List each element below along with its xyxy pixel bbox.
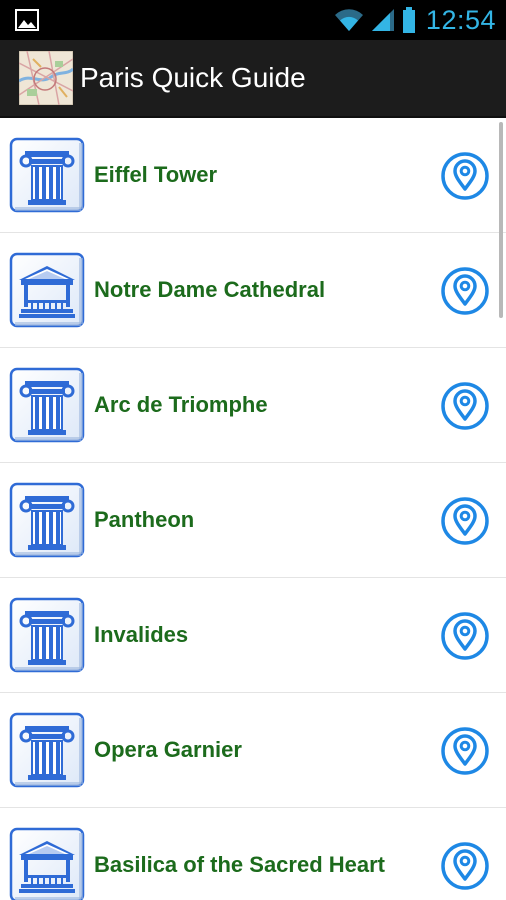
page-title: Paris Quick Guide bbox=[80, 62, 306, 93]
wifi-icon bbox=[334, 9, 363, 31]
list-item[interactable]: Opera Garnier bbox=[0, 693, 506, 808]
status-icons: 12:54 bbox=[334, 0, 496, 40]
list-item[interactable]: Basilica of the Sacred Heart bbox=[0, 808, 506, 900]
paris-map-icon[interactable] bbox=[19, 51, 73, 105]
column-icon bbox=[9, 597, 85, 673]
signal-icon bbox=[371, 9, 394, 31]
map-pin-icon[interactable] bbox=[440, 841, 490, 891]
list-item[interactable]: Eiffel Tower bbox=[0, 118, 506, 233]
column-icon bbox=[9, 712, 85, 788]
column-icon bbox=[9, 367, 85, 443]
list-item[interactable]: Pantheon bbox=[0, 463, 506, 578]
list-item-label: Notre Dame Cathedral bbox=[94, 277, 326, 302]
map-pin-icon[interactable] bbox=[440, 381, 490, 431]
column-icon bbox=[9, 482, 85, 558]
map-pin-icon[interactable] bbox=[440, 726, 490, 776]
battery-icon bbox=[402, 7, 415, 33]
list-item-label: Pantheon bbox=[94, 507, 195, 532]
list-item-label: Opera Garnier bbox=[94, 737, 242, 762]
status-clock: 12:54 bbox=[425, 4, 496, 35]
list-item[interactable]: Notre Dame Cathedral bbox=[0, 233, 506, 348]
list-item-label: Basilica of the Sacred Heart bbox=[94, 852, 386, 877]
list-item-label: Eiffel Tower bbox=[94, 162, 218, 187]
pavilion-icon bbox=[9, 827, 85, 900]
map-pin-icon[interactable] bbox=[440, 151, 490, 201]
pavilion-icon bbox=[9, 252, 85, 328]
list-item[interactable]: Arc de Triomphe bbox=[0, 348, 506, 463]
list-item-label: Arc de Triomphe bbox=[94, 392, 268, 417]
attractions-list: Eiffel Tower Notre Dame Cathedral Arc de… bbox=[0, 118, 506, 900]
list-item-label: Invalides bbox=[94, 622, 189, 647]
map-pin-icon[interactable] bbox=[440, 496, 490, 546]
gallery-icon bbox=[15, 9, 39, 31]
column-icon bbox=[9, 137, 85, 213]
map-pin-icon[interactable] bbox=[440, 611, 490, 661]
list-item[interactable]: Invalides bbox=[0, 578, 506, 693]
action-bar: Paris Quick Guide bbox=[0, 40, 506, 118]
status-bar: 12:54 bbox=[0, 0, 506, 40]
scrollbar[interactable] bbox=[499, 122, 503, 318]
map-pin-icon[interactable] bbox=[440, 266, 490, 316]
